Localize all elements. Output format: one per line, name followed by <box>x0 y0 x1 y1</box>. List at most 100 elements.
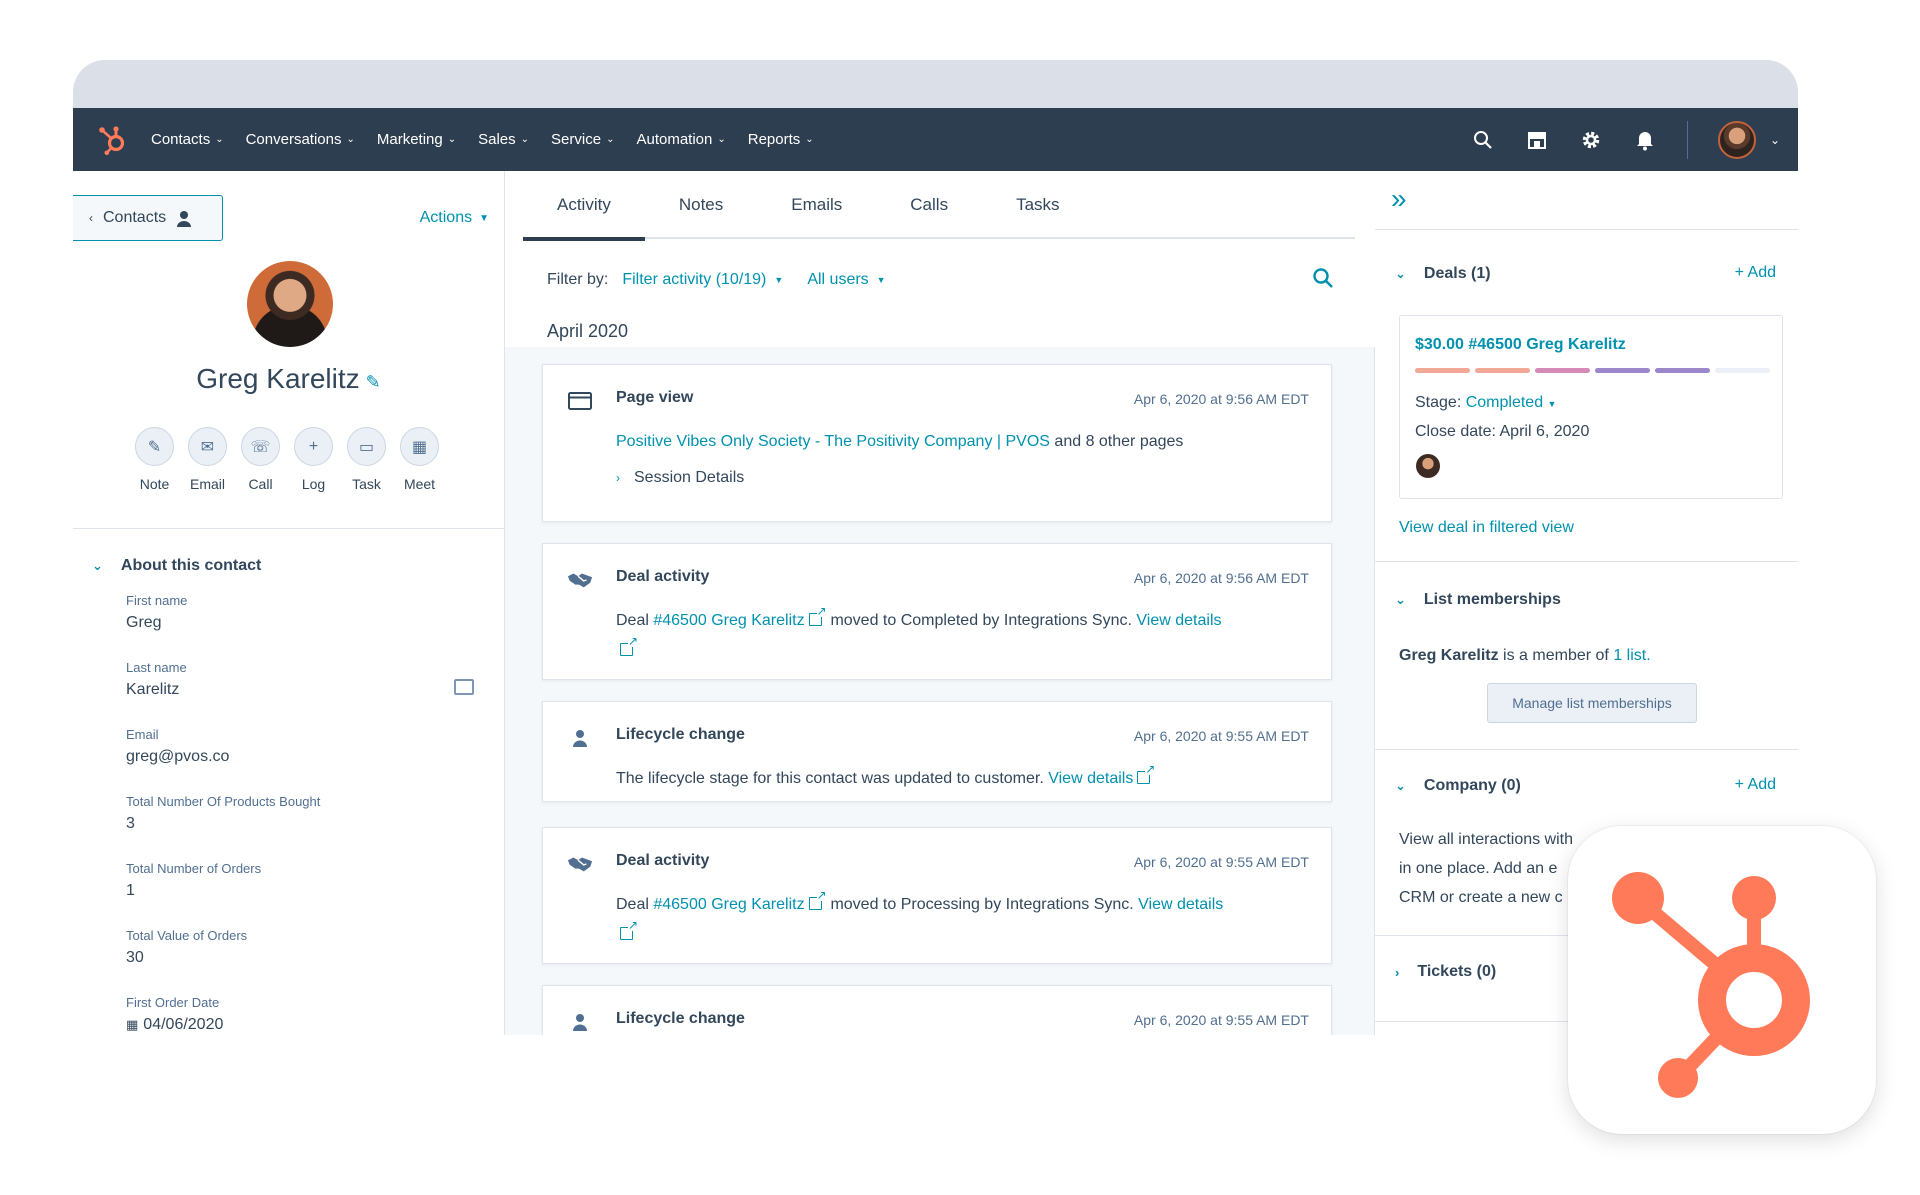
view-deal-link[interactable]: View deal in filtered view <box>1399 519 1574 537</box>
nav-automation[interactable]: Automation ⌄ <box>636 131 725 148</box>
tab-emails[interactable]: Emails <box>757 171 876 239</box>
property-value: 04/06/2020 <box>143 1016 224 1033</box>
search-icon[interactable] <box>1471 128 1495 152</box>
tickets-section-toggle[interactable]: › Tickets (0) <box>1395 963 1496 981</box>
back-to-contacts-button[interactable]: ‹ Contacts <box>73 195 223 241</box>
browser-window-icon <box>567 390 593 412</box>
view-details-link[interactable]: View details <box>1136 612 1221 629</box>
property-number-of-orders[interactable]: Total Number of Orders 1 <box>126 861 261 900</box>
company-section-toggle[interactable]: ⌄ Company (0) <box>1395 777 1521 795</box>
qa-label: Call <box>248 476 273 492</box>
stage-dropdown[interactable]: Completed ▼ <box>1466 394 1557 411</box>
timeline-event: Lifecycle change Apr 6, 2020 at 9:55 AM … <box>542 985 1332 1035</box>
person-icon <box>177 210 192 227</box>
divider <box>1375 229 1798 230</box>
property-first-order-date[interactable]: First Order Date ▦ 04/06/2020 <box>126 995 223 1034</box>
nav-conversations[interactable]: Conversations ⌄ <box>246 131 355 148</box>
company-title: Company (0) <box>1423 777 1521 794</box>
deal-pipeline-progress <box>1415 368 1770 373</box>
external-link-icon[interactable] <box>1137 763 1156 784</box>
quick-actions: ✎ Note ✉ Email ☏ Call + Log ▭ Task ▦ Mee… <box>135 427 439 492</box>
event-text: The lifecycle stage for this contact was… <box>616 770 1044 787</box>
deal-stage: Stage: Completed ▼ <box>1415 394 1556 412</box>
manage-lists-button[interactable]: Manage list memberships <box>1487 683 1697 723</box>
event-prefix: Deal <box>616 896 649 913</box>
nav-sales[interactable]: Sales ⌄ <box>478 131 529 148</box>
bell-icon[interactable] <box>1633 128 1657 152</box>
month-heading: April 2020 <box>547 321 629 341</box>
property-value-of-orders[interactable]: Total Value of Orders 30 <box>126 928 247 967</box>
property-value: Karelitz <box>126 681 180 698</box>
event-text: moved to Processing by Integrations Sync… <box>830 896 1134 913</box>
external-link-icon[interactable] <box>620 919 638 940</box>
chevron-down-icon: ⌄ <box>1395 778 1406 793</box>
property-products-bought[interactable]: Total Number Of Products Bought 3 <box>126 794 320 833</box>
email-action-button[interactable]: ✉ Email <box>188 427 227 492</box>
property-label: Total Number Of Products Bought <box>126 794 321 809</box>
event-title: Page view <box>616 389 694 406</box>
account-menu[interactable]: ⌄ <box>1717 120 1780 159</box>
view-details-link[interactable]: View details <box>1138 896 1223 913</box>
envelope-icon: ✉ <box>188 427 227 466</box>
contact-card-icon[interactable] <box>454 679 474 695</box>
filter-activity-dropdown[interactable]: Filter activity (10/19) ▼ <box>622 271 783 289</box>
top-navigation: Contacts ⌄ Conversations ⌄ Marketing ⌄ Sale… <box>73 108 1798 171</box>
tab-notes[interactable]: Notes <box>645 171 757 239</box>
about-section-toggle[interactable]: ⌄ About this contact <box>92 557 261 575</box>
nav-contacts[interactable]: Contacts ⌄ <box>151 131 224 148</box>
nav-label: Service <box>551 131 602 148</box>
avatar[interactable] <box>1416 454 1440 478</box>
actions-dropdown[interactable]: Actions ▼ <box>420 209 489 227</box>
person-icon <box>567 727 593 749</box>
collapse-sidebar-icon[interactable]: » <box>1391 185 1407 213</box>
view-details-link[interactable]: View details <box>1048 770 1133 787</box>
external-link-icon[interactable] <box>808 605 827 626</box>
gear-icon[interactable] <box>1579 128 1603 152</box>
log-action-button[interactable]: + Log <box>294 427 333 492</box>
marketplace-icon[interactable] <box>1525 128 1549 152</box>
add-company-button[interactable]: + Add <box>1735 776 1776 794</box>
chevron-right-icon: › <box>1395 964 1400 980</box>
hubspot-app-badge <box>1568 826 1876 1134</box>
event-time: Apr 6, 2020 at 9:56 AM EDT <box>1133 570 1309 586</box>
property-email[interactable]: Email greg@pvos.co <box>126 727 229 766</box>
chevron-down-icon: ⌄ <box>805 134 814 145</box>
task-action-button[interactable]: ▭ Task <box>347 427 386 492</box>
tab-tasks[interactable]: Tasks <box>982 171 1093 239</box>
list-count-link[interactable]: 1 list. <box>1613 647 1650 664</box>
pencil-icon[interactable]: ✎ <box>366 372 381 392</box>
pipeline-segment <box>1715 368 1770 373</box>
nav-reports[interactable]: Reports ⌄ <box>748 131 814 148</box>
lists-section-toggle[interactable]: ⌄ List memberships <box>1395 591 1561 609</box>
filter-users-dropdown[interactable]: All users ▼ <box>807 271 885 289</box>
deal-title-link[interactable]: $30.00 #46500 Greg Karelitz <box>1415 336 1626 354</box>
page-link[interactable]: Positive Vibes Only Society - The Positi… <box>616 433 1050 450</box>
note-action-button[interactable]: ✎ Note <box>135 427 174 492</box>
meet-action-button[interactable]: ▦ Meet <box>400 427 439 492</box>
call-action-button[interactable]: ☏ Call <box>241 427 280 492</box>
nav-marketing[interactable]: Marketing ⌄ <box>377 131 456 148</box>
list-text: is a member of <box>1503 647 1609 664</box>
property-last-name[interactable]: Last name Karelitz <box>126 660 187 699</box>
nav-service[interactable]: Service ⌄ <box>551 131 614 148</box>
add-deal-button[interactable]: + Add <box>1735 264 1776 282</box>
contact-avatar[interactable] <box>247 261 333 347</box>
session-label: Session Details <box>634 469 745 486</box>
property-first-name[interactable]: First name Greg <box>126 593 187 632</box>
filter-users-label: All users <box>807 271 869 288</box>
chevron-left-icon: ‹ <box>89 211 93 225</box>
search-icon[interactable] <box>1312 267 1336 291</box>
record-tabs: Activity Notes Emails Calls Tasks <box>523 171 1355 241</box>
hubspot-logo-icon[interactable] <box>73 124 151 156</box>
calendar-icon: ▦ <box>400 427 439 466</box>
tickets-title: Tickets (0) <box>1417 963 1497 980</box>
qa-label: Meet <box>403 476 436 492</box>
deal-link[interactable]: #46500 Greg Karelitz <box>653 896 804 913</box>
session-details-toggle[interactable]: › Session Details <box>616 469 744 487</box>
external-link-icon[interactable] <box>808 889 827 910</box>
tab-calls[interactable]: Calls <box>876 171 982 239</box>
deal-link[interactable]: #46500 Greg Karelitz <box>653 612 804 629</box>
tab-activity[interactable]: Activity <box>523 171 645 241</box>
external-link-icon[interactable] <box>620 635 638 656</box>
deals-section-toggle[interactable]: ⌄ Deals (1) <box>1395 265 1491 283</box>
